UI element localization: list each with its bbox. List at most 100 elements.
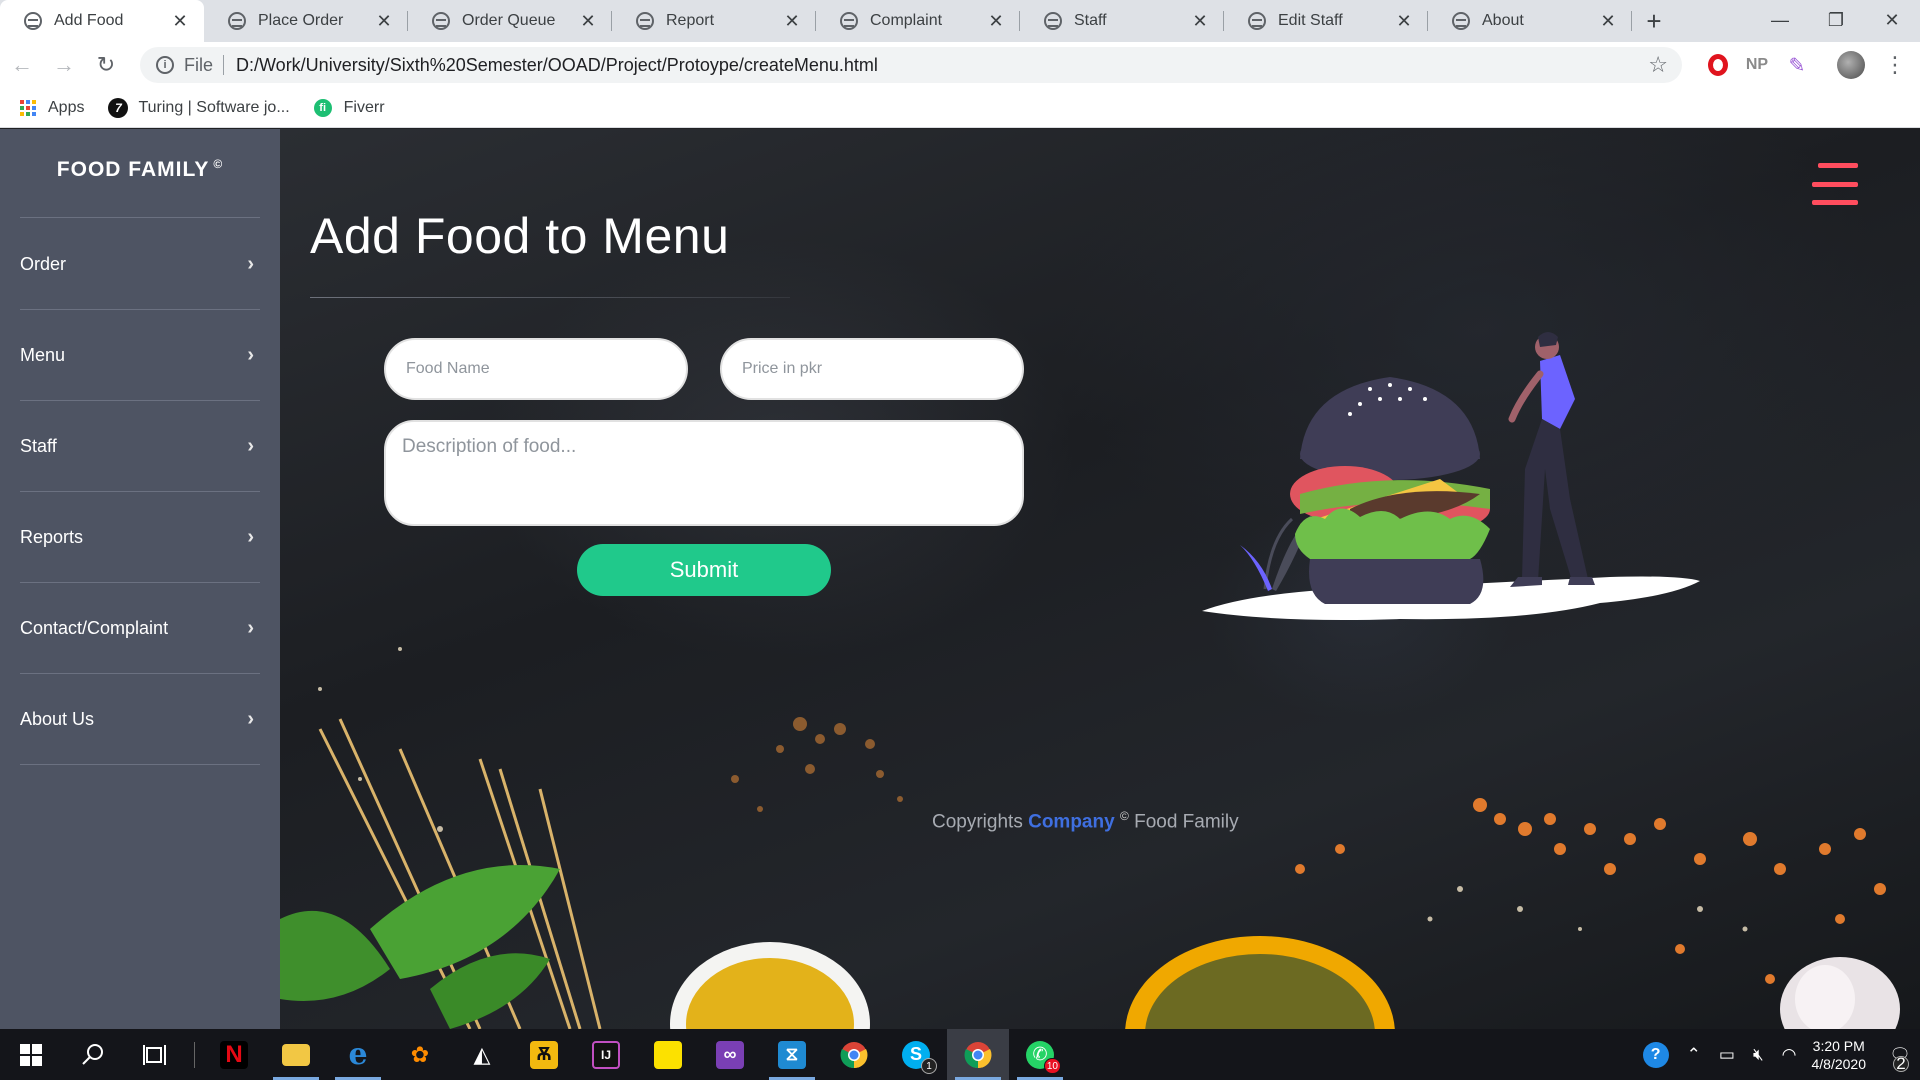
taskbar-file-explorer[interactable] xyxy=(265,1029,327,1080)
info-icon[interactable]: i xyxy=(156,56,174,74)
footer-copyright-mark: © xyxy=(1119,809,1129,823)
sidebar-item-staff[interactable]: Staff › xyxy=(20,401,260,492)
reload-button[interactable]: ↻ xyxy=(86,45,126,85)
bookmark-star-icon[interactable]: ☆ xyxy=(1648,52,1668,78)
restore-button[interactable]: ❐ xyxy=(1808,0,1864,40)
hamburger-menu-icon[interactable] xyxy=(1812,163,1858,205)
close-tab-icon[interactable]: ✕ xyxy=(780,9,804,33)
tab-label: Staff xyxy=(1074,12,1107,29)
close-tab-icon[interactable]: ✕ xyxy=(168,9,192,33)
taskbar-divider xyxy=(194,1041,195,1068)
taskbar-paint3d[interactable]: ✿ xyxy=(389,1029,451,1080)
close-tab-icon[interactable]: ✕ xyxy=(1188,9,1212,33)
copyright-mark: © xyxy=(213,157,224,171)
company-link[interactable]: Company xyxy=(1028,811,1115,832)
show-hidden-icons-chevron-icon[interactable]: ⌃ xyxy=(1687,1045,1701,1065)
browser-tab-place-order[interactable]: Place Order ✕ xyxy=(204,0,408,42)
taskbar-sticky-notes[interactable] xyxy=(637,1029,699,1080)
bookmark-label: Fiverr xyxy=(343,98,385,116)
taskbar-jetbrains[interactable]: IJ xyxy=(575,1029,637,1080)
fiverr-icon: fi xyxy=(313,98,332,117)
edge-icon: e xyxy=(348,1037,368,1072)
apps-grid-icon xyxy=(20,99,36,116)
taskbar-axure[interactable]: Ѫ xyxy=(513,1029,575,1080)
back-button[interactable]: ← xyxy=(2,45,42,85)
action-center-button[interactable]: 🗨︎ 2 xyxy=(1880,1029,1920,1080)
chevron-right-icon: › xyxy=(247,434,254,457)
browser-tab-edit-staff[interactable]: Edit Staff ✕ xyxy=(1224,0,1428,42)
sidebar-item-label: Order xyxy=(20,253,67,274)
opera-extension-icon[interactable] xyxy=(1703,50,1733,80)
sidebar: FOOD FAMILY © Order › Menu › Staff › Reports › Co… xyxy=(0,129,280,1029)
browser-tab-staff[interactable]: Staff ✕ xyxy=(1020,0,1224,42)
taskbar-chrome-active[interactable] xyxy=(947,1029,1009,1080)
close-tab-icon[interactable]: ✕ xyxy=(1392,9,1416,33)
profile-avatar[interactable] xyxy=(1837,51,1865,79)
taskbar-vscode[interactable]: ⧖ xyxy=(761,1029,823,1080)
paint-3d-icon: ✿ xyxy=(410,1041,430,1067)
browser-tab-add-food[interactable]: Add Food ✕ xyxy=(0,0,204,42)
address-bar[interactable]: i File D:/Work/University/Sixth%20Semest… xyxy=(140,47,1682,83)
windows-taskbar: N e ✿ ◭ Ѫ IJ ∞ ⧖ S1 ✆ 10 ? ⌃ ▭ 🔇︎ ◠ 3:20 … xyxy=(0,1029,1920,1080)
pen-extension-icon[interactable]: ✎ xyxy=(1782,50,1812,80)
taskbar-edge[interactable]: e xyxy=(327,1029,389,1080)
sidebar-item-contact-complaint[interactable]: Contact/Complaint › xyxy=(20,583,260,674)
task-view-button[interactable] xyxy=(124,1029,186,1080)
footer-suffix: Food Family xyxy=(1134,811,1239,833)
tab-label: Add Food xyxy=(54,12,124,29)
bookmark-fiverr[interactable]: fi Fiverr xyxy=(313,98,385,117)
browser-menu-icon[interactable]: ⋮ xyxy=(1880,50,1910,80)
sidebar-item-reports[interactable]: Reports › xyxy=(20,492,260,583)
description-textarea[interactable] xyxy=(384,420,1024,526)
close-tab-icon[interactable]: ✕ xyxy=(372,9,396,33)
address-url[interactable]: D:/Work/University/Sixth%20Semester/OOAD… xyxy=(236,55,878,76)
globe-icon xyxy=(432,12,450,30)
taskbar-visual-studio[interactable]: ∞ xyxy=(699,1029,761,1080)
browser-tab-complaint[interactable]: Complaint ✕ xyxy=(816,0,1020,42)
bookmark-apps[interactable]: Apps xyxy=(20,99,84,117)
globe-icon xyxy=(636,12,654,30)
battery-icon[interactable]: ▭ xyxy=(1719,1045,1735,1065)
taskbar-unity[interactable]: ◭ xyxy=(451,1029,513,1080)
close-tab-icon[interactable]: ✕ xyxy=(576,9,600,33)
tab-label: Order Queue xyxy=(462,12,556,29)
brand-logo[interactable]: FOOD FAMILY © xyxy=(0,157,280,182)
globe-icon xyxy=(1452,12,1470,30)
taskbar-whatsapp[interactable]: ✆ 10 xyxy=(1009,1029,1071,1080)
sidebar-item-menu[interactable]: Menu › xyxy=(20,310,260,401)
search-button[interactable] xyxy=(62,1029,124,1080)
taskbar-netflix[interactable]: N xyxy=(203,1029,265,1080)
new-tab-button[interactable]: + xyxy=(1632,0,1676,42)
forward-button[interactable]: → xyxy=(44,45,84,85)
sticky-notes-icon xyxy=(654,1040,682,1069)
system-clock[interactable]: 3:20 PM 4/8/2020 xyxy=(1812,1037,1867,1073)
system-tray: ? ⌃ ▭ 🔇︎ ◠ 3:20 PM 4/8/2020 🗨︎ 2 xyxy=(1634,1029,1920,1080)
sidebar-item-order[interactable]: Order › xyxy=(20,219,260,310)
food-name-input[interactable] xyxy=(384,338,688,400)
bookmark-turing[interactable]: 7 Turing | Software jo... xyxy=(108,97,290,118)
bookmark-label: Turing | Software jo... xyxy=(138,98,290,116)
page-viewport: FOOD FAMILY © Order › Menu › Staff › Reports › Co… xyxy=(0,129,1920,1029)
volume-muted-icon[interactable]: 🔇︎ xyxy=(1753,1045,1764,1065)
submit-button[interactable]: Submit xyxy=(577,544,831,596)
taskbar-skype[interactable]: S1 xyxy=(885,1029,947,1080)
close-tab-icon[interactable]: ✕ xyxy=(984,9,1008,33)
close-window-button[interactable]: ✕ xyxy=(1864,0,1920,40)
minimize-button[interactable]: — xyxy=(1752,0,1808,40)
clock-time: 3:20 PM xyxy=(1812,1037,1865,1054)
price-input[interactable] xyxy=(720,338,1024,400)
browser-tab-report[interactable]: Report ✕ xyxy=(612,0,816,42)
browser-tab-about[interactable]: About ✕ xyxy=(1428,0,1632,42)
np-extension-icon[interactable]: NP xyxy=(1742,50,1772,80)
chevron-right-icon: › xyxy=(247,525,254,548)
browser-tab-order-queue[interactable]: Order Queue ✕ xyxy=(408,0,612,42)
help-icon[interactable]: ? xyxy=(1642,1041,1669,1068)
sidebar-item-about-us[interactable]: About Us › xyxy=(20,674,260,765)
taskbar-chrome[interactable] xyxy=(823,1029,885,1080)
start-button[interactable] xyxy=(0,1029,62,1080)
vscode-icon: ⧖ xyxy=(778,1040,806,1069)
burger-illustration xyxy=(1202,332,1700,620)
wifi-icon[interactable]: ◠ xyxy=(1782,1045,1797,1065)
close-tab-icon[interactable]: ✕ xyxy=(1596,9,1620,33)
chevron-right-icon: › xyxy=(247,343,254,366)
